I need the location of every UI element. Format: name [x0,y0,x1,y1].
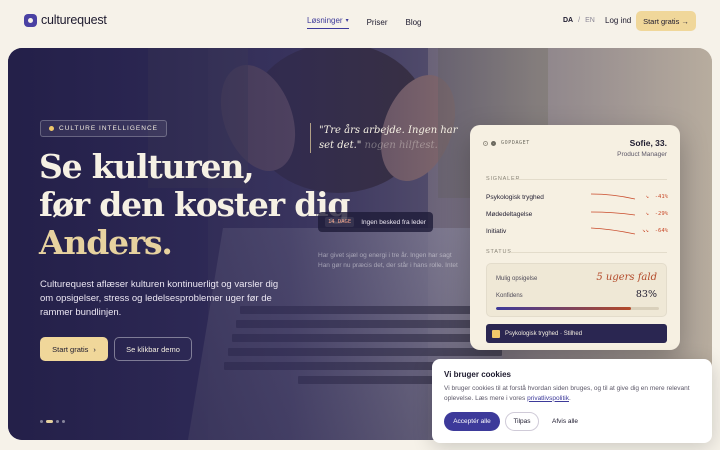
nav-link-solutions[interactable]: Løsninger ▾ [307,16,349,29]
status-value: 5 ugers fald [596,272,657,283]
carousel-dot-active[interactable] [46,420,53,423]
employee-role: Product Manager [617,151,667,158]
trend-down-icon: ↘↘ [642,228,649,234]
badge-dot-icon [49,126,54,131]
divider [514,179,667,180]
nav-link-solutions-label: Løsninger [307,16,343,25]
status-label: Mulig opsigelse [496,276,538,282]
signal-row: Mødedeltagelse ↘ -29% [486,208,668,220]
lang-option-da[interactable]: DA [563,17,573,24]
card-header: GOPDAGET [483,140,530,146]
status-panel: Mulig opsigelse 5 ugers fald Konfidens 8… [486,263,667,317]
cookie-body-end: . [569,394,571,402]
hero-description: Culturequest aflæser kulturen kontinuerl… [40,279,279,318]
signal-value: ↘↘ -64% [642,228,668,234]
main-menu: Løsninger ▾ Priser Blog [307,16,422,29]
signal-text: Ingen besked fra leder [361,218,426,226]
status-dot-icon [491,140,496,146]
signal-duration: 14 DAGE [325,217,355,227]
testimonial-quote: "Tre års arbejde. Ingen har set det." no… [310,123,460,153]
employee-name: Sofie, 33. [629,138,667,148]
brand-logo[interactable]: culturequest [24,13,107,27]
signal-value: ↘ -29% [645,211,668,217]
status-label: Konfidens [496,293,523,299]
faded-story-text: Har givet sjæl og energi i tre år. Ingen… [318,251,468,271]
trend-line [591,193,635,200]
customize-button[interactable]: Tilpas [505,412,539,431]
signal-change: -41% [654,194,668,200]
faded-story-line-2: Han gør nu præcis det, der står i hans r… [318,262,458,269]
confidence-bar [496,307,659,310]
category-badge: CULTURE INTELLIGENCE [40,120,167,137]
trend-down-icon: ↘ [645,211,649,217]
carousel-dot[interactable] [62,420,65,423]
carousel-indicators [40,420,65,423]
headline-line-1: Se kulturen, [39,147,255,186]
signal-tag: 14 DAGE Ingen besked fra leder [318,212,433,232]
detected-flag: GOPDAGET [501,140,530,146]
lang-option-en[interactable]: EN [585,17,595,24]
faded-story-line-1: Har givet sjæl og energi i tre år. Ingen… [318,252,452,259]
nav-start-free-button[interactable]: Start gratis → [636,11,696,31]
status-value: 83% [635,289,657,300]
card-footer-text: Psykologisk tryghed · Stilhed [505,330,583,337]
cookie-text: Vi bruger cookies til at forstå hvordan … [444,384,699,403]
alert-icon [492,329,500,338]
privacy-policy-link[interactable]: privatlivspolitik [527,395,569,402]
demo-button[interactable]: Se klikbar demo [114,337,192,361]
reject-all-button[interactable]: Afvis alle [546,412,584,431]
status-row: Konfidens 83% [496,289,657,300]
signal-row: Initiativ ↘↘ -64% [486,225,668,237]
nav-link-pricing[interactable]: Priser [367,16,388,29]
signal-change: -29% [654,211,668,217]
chevron-down-icon: ▾ [345,18,349,24]
hero-headline: Se kulturen, før den koster dig Anders. [39,147,350,262]
nav-link-blog[interactable]: Blog [405,16,421,29]
trend-line [591,211,635,216]
status-row: Mulig opsigelse 5 ugers fald [496,272,657,283]
trend-line [591,227,635,235]
start-free-button[interactable]: Start gratis › [40,337,108,361]
brand-name: culturequest [41,13,107,27]
quote-faded-text: nogen hilftest. [361,140,438,151]
employee-signal-card: GOPDAGET Sofie, 33. Product Manager SIGN… [470,125,680,350]
signal-change: -64% [654,228,668,234]
top-navigation: culturequest Løsninger ▾ Priser Blog DA … [0,0,720,44]
carousel-dot[interactable] [56,420,59,423]
lang-separator: / [578,17,581,24]
status-heading: STATUS [486,249,512,255]
signal-name: Psykologisk tryghed [486,193,544,201]
login-link[interactable]: Log ind [605,16,631,25]
carousel-dot[interactable] [40,420,43,423]
eye-icon [483,140,488,146]
cookie-banner: Vi bruger cookies Vi bruger cookies til … [432,359,712,443]
start-free-label: Start gratis [52,344,89,354]
badge-label: CULTURE INTELLIGENCE [59,125,158,132]
chevron-right-icon: › [93,344,96,354]
headline-line-2: før den koster dig [39,185,350,224]
divider [510,252,667,253]
culturequest-logo-icon [24,13,37,27]
signal-name: Initiativ [486,227,507,235]
confidence-bar-fill [496,307,632,310]
trend-down-icon: ↘ [645,194,649,200]
language-switcher: DA / EN [563,17,595,24]
accept-all-button[interactable]: Acceptér alle [444,412,500,431]
headline-line-3: Anders. [39,223,173,262]
cookie-title: Vi bruger cookies [444,370,511,379]
signal-value: ↘ -41% [645,194,668,200]
card-footer: Psykologisk tryghed · Stilhed [486,324,667,343]
signal-name: Mødedeltagelse [486,210,533,218]
signal-row: Psykologisk tryghed ↘ -41% [486,191,668,203]
